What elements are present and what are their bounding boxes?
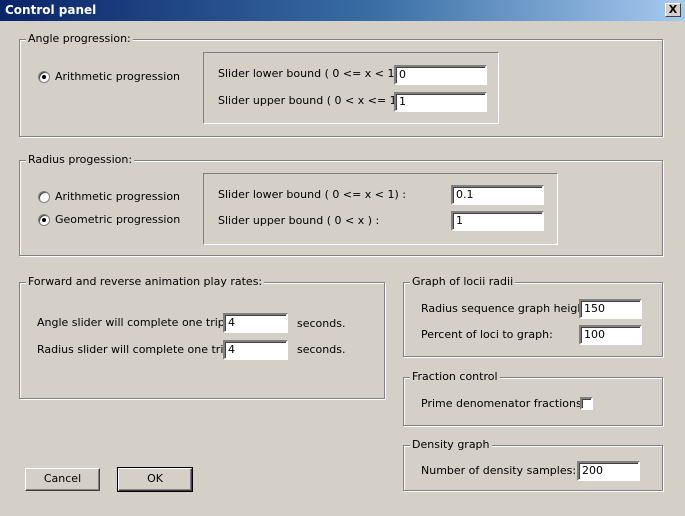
radius-upper-bound-input[interactable]: 1 <box>451 211 544 231</box>
radius-progression-legend: Radius progession: <box>26 153 135 166</box>
graph-height-label: Radius sequence graph height: <box>421 302 593 315</box>
animation-rates-legend: Forward and reverse animation play rates… <box>26 275 265 288</box>
angle-arithmetic-label[interactable]: Arithmetic progression <box>55 70 180 84</box>
title-bar: Control panel X <box>0 0 685 21</box>
angle-lower-bound-label: Slider lower bound ( 0 <= x < 1) : <box>218 67 406 80</box>
angle-trip-unit: seconds. <box>297 317 346 330</box>
loci-graph-group: Graph of locii radii <box>403 275 663 357</box>
radius-arithmetic-label[interactable]: Arithmetic progression <box>55 190 180 204</box>
angle-progression-legend: Angle progression: <box>26 32 133 45</box>
radius-trip-label: Radius slider will complete one trip in <box>37 343 244 356</box>
control-panel-window: Control panel X Angle progression: Arith… <box>0 0 685 516</box>
radius-upper-bound-label: Slider upper bound ( 0 < x ) : <box>218 214 380 227</box>
angle-trip-label: Angle slider will complete one trip in <box>37 316 239 329</box>
radio-selected-dot <box>42 75 46 79</box>
radius-bounds-panel <box>203 173 558 245</box>
animation-rates-group: Forward and reverse animation play rates… <box>19 275 385 399</box>
window-title: Control panel <box>5 3 97 17</box>
prime-fractions-label: Prime denomenator fractions: <box>421 397 586 410</box>
radius-lower-bound-input[interactable]: 0.1 <box>451 185 544 205</box>
cancel-button[interactable]: Cancel <box>25 468 100 491</box>
angle-upper-bound-input[interactable]: 1 <box>394 92 487 112</box>
radius-trip-seconds-input[interactable]: 4 <box>223 340 288 360</box>
density-samples-input[interactable]: 200 <box>577 461 640 481</box>
graph-height-input[interactable]: 150 <box>579 299 642 319</box>
fraction-control-legend: Fraction control <box>410 370 500 383</box>
radius-arithmetic-radio[interactable] <box>38 191 50 203</box>
loci-percent-label: Percent of loci to graph: <box>421 328 553 341</box>
prime-fractions-checkbox[interactable] <box>580 397 593 410</box>
density-samples-label: Number of density samples: <box>421 464 577 477</box>
angle-trip-seconds-input[interactable]: 4 <box>223 313 288 333</box>
radius-geometric-label[interactable]: Geometric progression <box>55 213 180 227</box>
loci-percent-input[interactable]: 100 <box>579 325 642 345</box>
angle-arithmetic-radio[interactable] <box>38 71 50 83</box>
close-button[interactable]: X <box>665 3 681 17</box>
angle-upper-bound-label: Slider upper bound ( 0 < x <= 1) : <box>218 94 409 107</box>
loci-graph-legend: Graph of locii radii <box>410 275 516 288</box>
density-graph-legend: Density graph <box>410 438 492 451</box>
ok-button[interactable]: OK <box>117 467 193 492</box>
radius-trip-unit: seconds. <box>297 343 346 356</box>
radius-geometric-radio[interactable] <box>38 214 50 226</box>
close-icon: X <box>668 3 678 16</box>
angle-lower-bound-input[interactable]: 0 <box>394 65 487 85</box>
angle-bounds-panel <box>203 52 499 124</box>
radius-lower-bound-label: Slider lower bound ( 0 <= x < 1) : <box>218 188 406 201</box>
radio-selected-dot <box>42 218 46 222</box>
